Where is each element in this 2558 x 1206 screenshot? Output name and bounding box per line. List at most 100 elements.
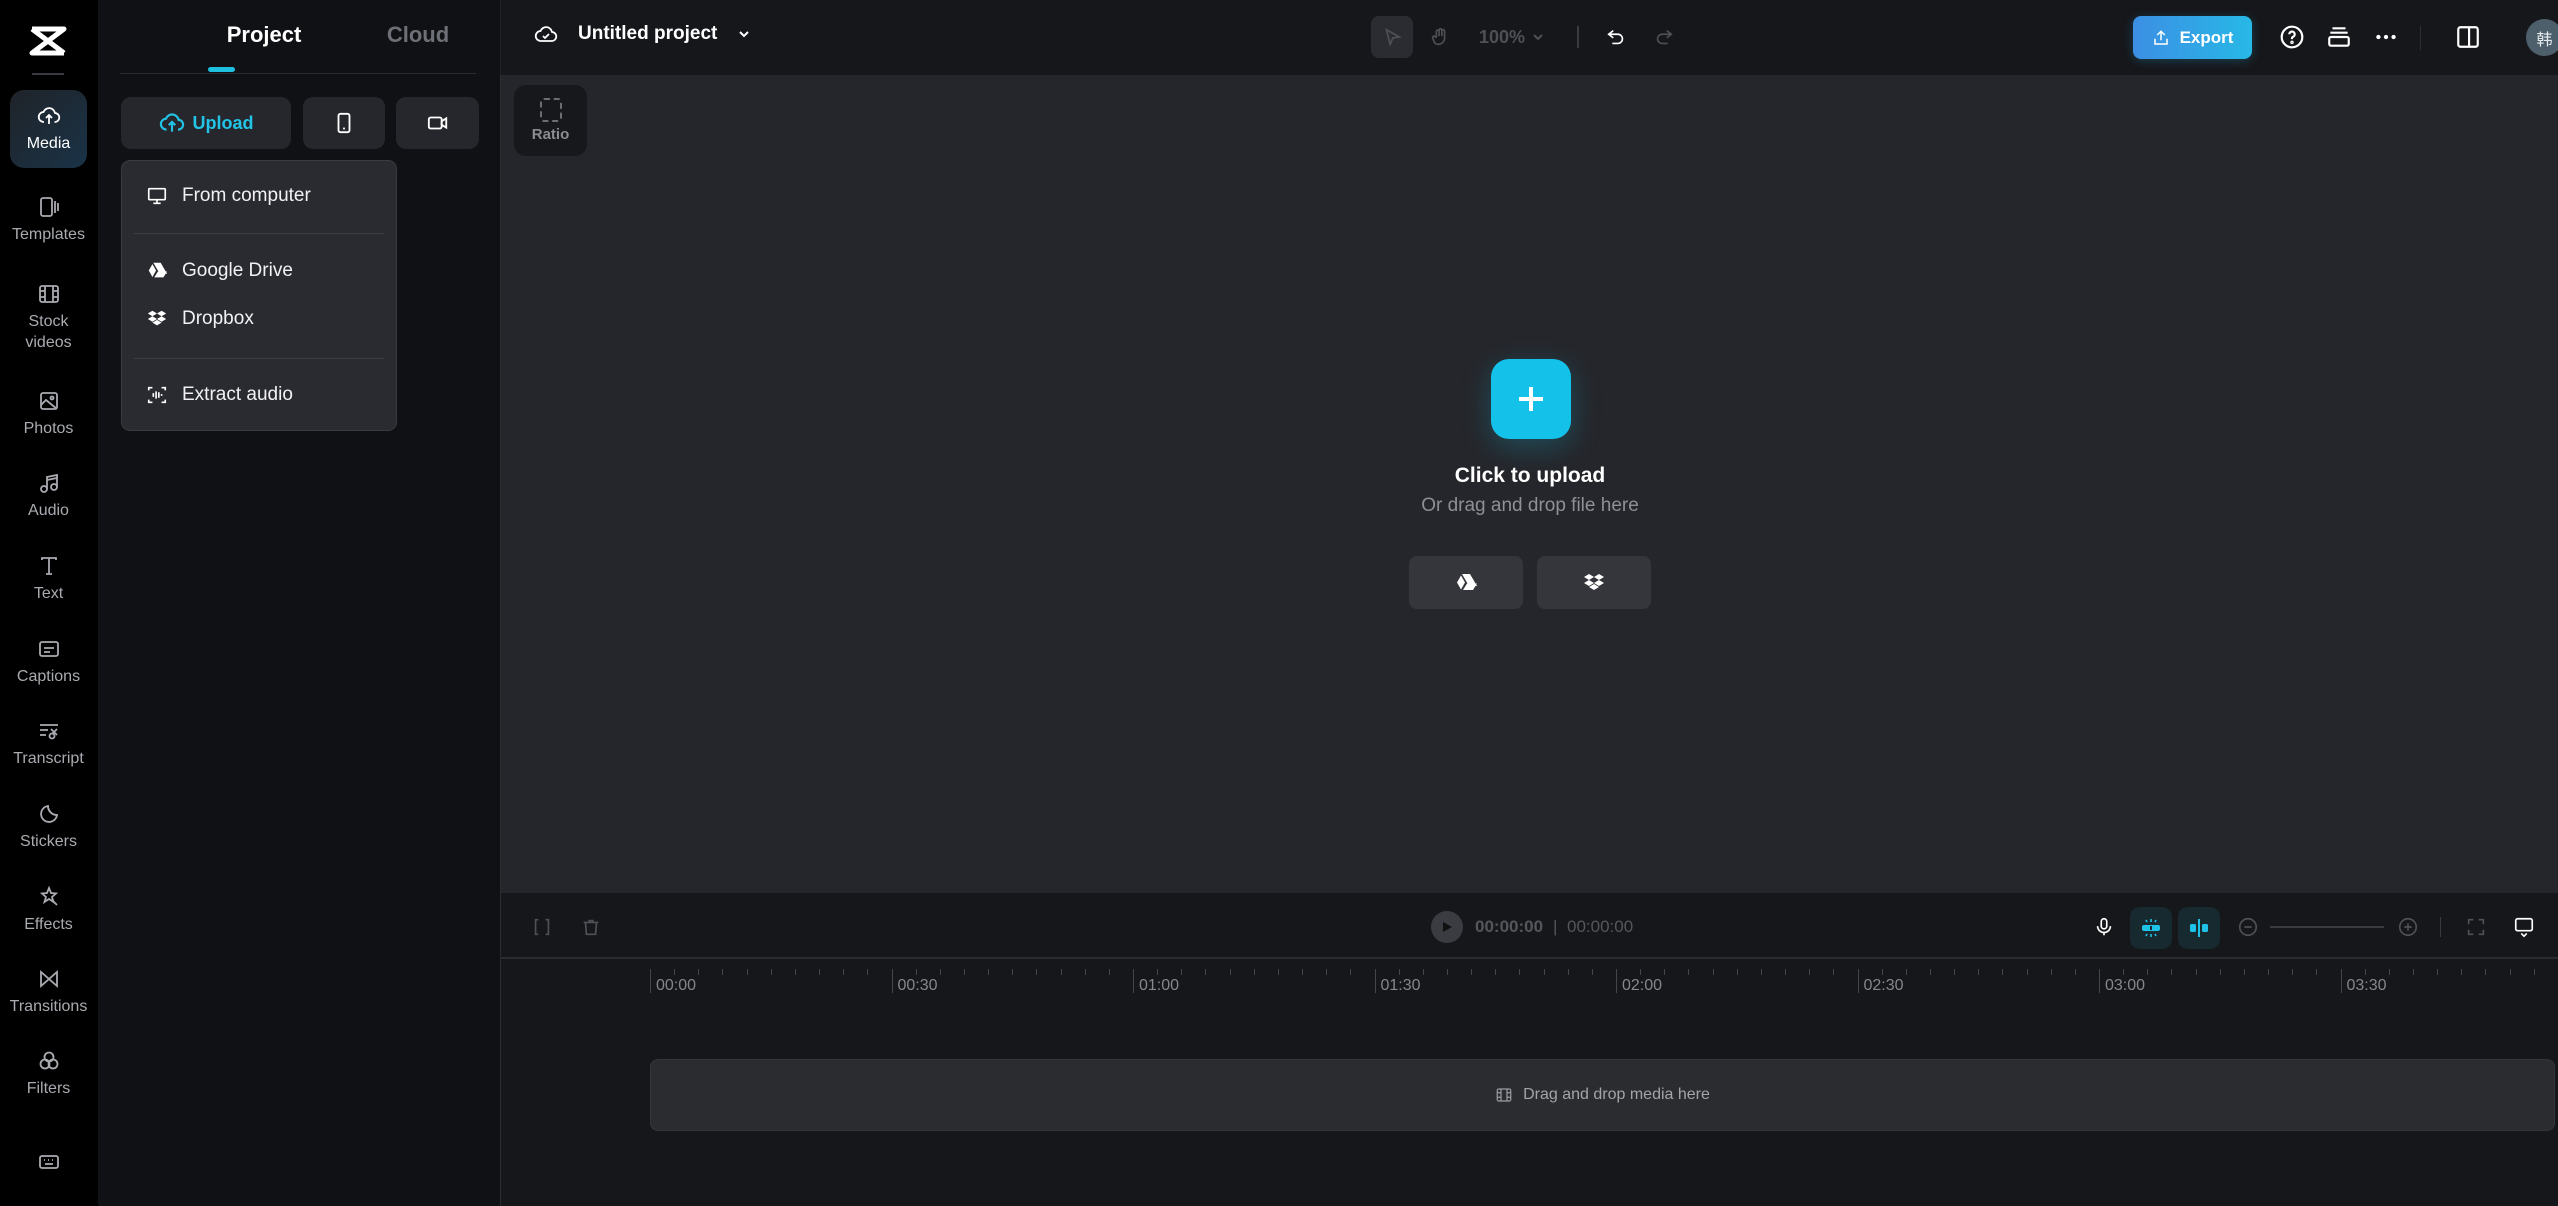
keyboard-shortcuts-button[interactable] xyxy=(10,1142,87,1182)
rail-item-captions[interactable]: Captions xyxy=(10,630,87,694)
menu-divider xyxy=(134,358,384,359)
rail-item-label: Text xyxy=(33,585,64,602)
ruler-minor-tick xyxy=(1471,969,1473,975)
ruler-minor-tick xyxy=(939,969,941,975)
upload-button[interactable]: Upload xyxy=(121,97,291,149)
ruler-minor-tick xyxy=(2195,969,2197,975)
rail-item-label: Transcript xyxy=(13,750,84,767)
play-icon xyxy=(1443,922,1452,932)
play-button[interactable] xyxy=(1431,911,1463,943)
icon-rail: Media Templates Stock videos Photos Audio… xyxy=(0,0,98,1206)
image-icon xyxy=(39,392,58,410)
click-to-upload-button[interactable] xyxy=(1491,359,1571,439)
ruler-minor-tick xyxy=(1978,969,1980,975)
split-button[interactable] xyxy=(529,914,555,940)
rail-item-transcript[interactable]: Transcript xyxy=(10,712,87,776)
fit-timeline-button[interactable] xyxy=(2463,914,2489,940)
trash-icon xyxy=(583,919,599,936)
timeline-toolbar: 00:00:00 | 00:00:00 xyxy=(501,893,2558,959)
ratio-button[interactable]: Ratio xyxy=(514,85,587,156)
project-name-menu[interactable]: Untitled project xyxy=(534,22,751,46)
menu-item-label: Extract audio xyxy=(182,384,293,405)
menu-item-from-computer[interactable]: From computer xyxy=(122,176,396,216)
ruler-minor-tick xyxy=(2461,969,2463,975)
timeline-display-button[interactable] xyxy=(2511,914,2537,940)
capcut-logo-icon[interactable] xyxy=(28,26,68,56)
ruler-minor-tick xyxy=(1640,969,1642,975)
help-button[interactable] xyxy=(2276,21,2308,53)
select-tool-button[interactable] xyxy=(1371,16,1413,58)
ruler-minor-tick xyxy=(2485,969,2487,975)
rail-item-label: Filters xyxy=(26,1080,71,1097)
ruler-minor-tick xyxy=(1591,969,1593,975)
hand-tool-button[interactable] xyxy=(1419,16,1461,58)
ruler-minor-tick xyxy=(1688,969,1690,975)
templates-icon xyxy=(39,197,59,217)
export-button[interactable]: Export xyxy=(2133,16,2252,59)
ruler-minor-tick xyxy=(963,969,965,975)
menu-item-label: From computer xyxy=(182,185,311,206)
zoom-out-button[interactable] xyxy=(2235,914,2261,940)
dropbox-upload-button[interactable] xyxy=(1537,556,1651,609)
rail-item-text[interactable]: Text xyxy=(10,547,87,611)
menu-item-extract-audio[interactable]: Extract audio xyxy=(122,375,396,415)
rail-item-label: Effects xyxy=(24,916,73,933)
ruler-minor-tick xyxy=(1422,969,1424,975)
redo-button[interactable] xyxy=(1653,26,1675,48)
upload-from-phone-button[interactable] xyxy=(303,97,385,149)
google-drive-icon xyxy=(1457,573,1477,590)
rail-item-filters[interactable]: Filters xyxy=(10,1042,87,1106)
undo-button[interactable] xyxy=(1605,26,1627,48)
rail-item-stock-videos[interactable]: Stock videos xyxy=(10,277,87,357)
cloud-upload-icon xyxy=(37,107,60,124)
ruler-minor-tick xyxy=(1060,969,1062,975)
record-button[interactable] xyxy=(396,97,479,149)
google-drive-upload-button[interactable] xyxy=(1409,556,1523,609)
toolbar-divider xyxy=(2440,917,2441,937)
ruler-minor-tick xyxy=(2050,969,2052,975)
ruler-minor-tick xyxy=(1229,969,1231,975)
ruler-minor-tick xyxy=(843,969,845,975)
delete-button[interactable] xyxy=(578,914,604,940)
tab-project[interactable]: Project xyxy=(227,22,302,48)
ruler-minor-tick xyxy=(722,969,724,975)
ruler-minor-tick xyxy=(1833,969,1835,975)
rail-item-label: Stock videos xyxy=(25,311,71,353)
zoom-level-select[interactable]: 100% xyxy=(1479,27,1545,48)
ruler-minor-tick xyxy=(1954,969,1956,975)
layout-toggle-button[interactable] xyxy=(2452,21,2484,53)
rail-item-effects[interactable]: Effects xyxy=(10,878,87,942)
ruler-minor-tick xyxy=(1519,969,1521,975)
video-camera-icon xyxy=(427,116,447,130)
project-name: Untitled project xyxy=(578,23,718,44)
timeline-ruler[interactable]: 00:00 00:30 01:00 01:30 02:00 02:30 03:00 03:30 xyxy=(501,961,2558,1011)
rail-item-audio[interactable]: Audio xyxy=(10,464,87,528)
menu-item-google-drive[interactable]: Google Drive xyxy=(122,251,396,291)
transitions-icon xyxy=(39,970,58,988)
ruler-minor-tick xyxy=(2388,969,2390,975)
ruler-minor-tick xyxy=(2243,969,2245,975)
tab-cloud[interactable]: Cloud xyxy=(387,22,449,48)
more-options-button[interactable] xyxy=(2370,21,2402,53)
timeline-zoom-slider[interactable] xyxy=(2270,926,2384,928)
rail-item-transitions[interactable]: Transitions xyxy=(10,960,87,1024)
film-icon xyxy=(38,284,59,303)
preview-canvas: Ratio Click to upload Or drag and drop f… xyxy=(500,75,2558,893)
ruler-label: 00:00 xyxy=(656,977,697,994)
link-clips-toggle[interactable] xyxy=(2178,907,2220,949)
ruler-minor-tick xyxy=(2437,969,2439,975)
menu-item-dropbox[interactable]: Dropbox xyxy=(122,299,396,339)
zoom-in-button[interactable] xyxy=(2395,914,2421,940)
user-avatar[interactable]: 韩 xyxy=(2526,19,2558,56)
ruler-minor-tick xyxy=(1712,969,1714,975)
rail-item-stickers[interactable]: Stickers xyxy=(10,795,87,859)
split-panel-icon xyxy=(2457,26,2479,48)
auto-snap-toggle[interactable] xyxy=(2130,907,2172,949)
media-drop-track[interactable]: Drag and drop media here xyxy=(650,1059,2555,1131)
storage-button[interactable] xyxy=(2323,21,2355,53)
rail-item-photos[interactable]: Photos xyxy=(10,382,87,446)
record-voiceover-button[interactable] xyxy=(2091,914,2117,940)
rail-item-templates[interactable]: Templates xyxy=(10,188,87,252)
top-bar: Untitled project 100% Export 韩 xyxy=(500,0,2558,75)
rail-item-media[interactable]: Media xyxy=(10,90,87,168)
